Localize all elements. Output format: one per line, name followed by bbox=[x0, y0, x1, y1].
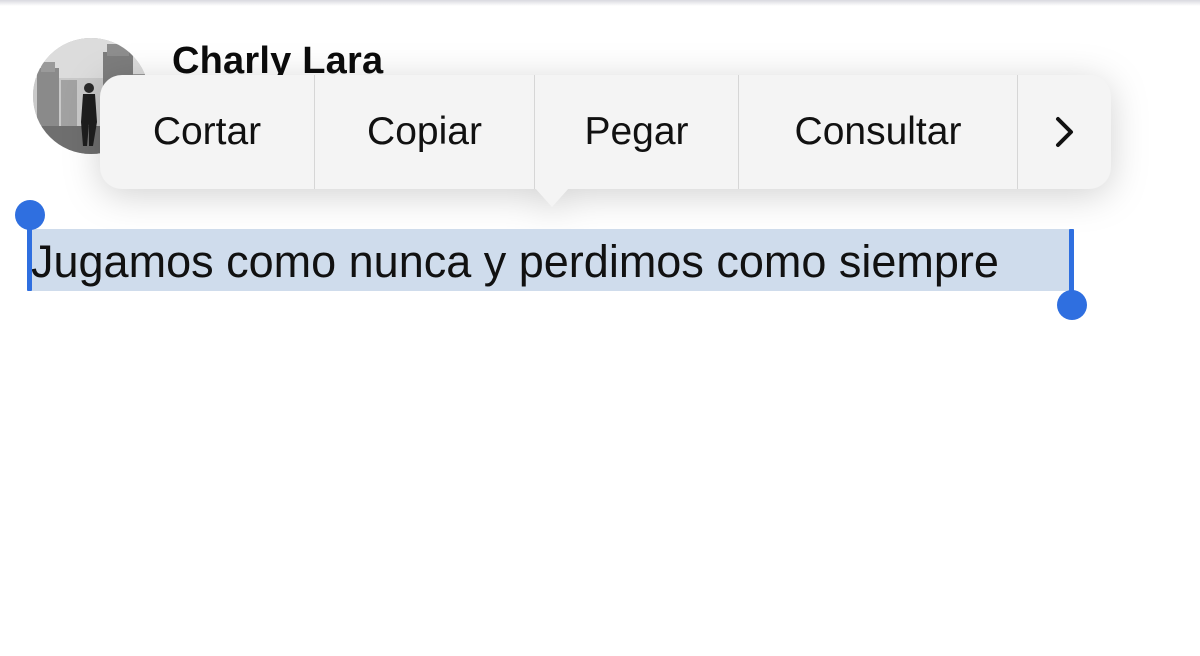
copy-button[interactable]: Copiar bbox=[315, 75, 535, 189]
look-up-button[interactable]: Consultar bbox=[739, 75, 1018, 189]
selection-start-caret bbox=[27, 225, 32, 291]
paste-button[interactable]: Pegar bbox=[535, 75, 739, 189]
cut-button[interactable]: Cortar bbox=[100, 75, 315, 189]
more-options-button[interactable] bbox=[1018, 75, 1111, 189]
screen: Charly Lara Cortar Copiar Pegar Consulta… bbox=[0, 0, 1200, 656]
context-menu: Cortar Copiar Pegar Consultar bbox=[100, 75, 1111, 207]
post-text[interactable]: Jugamos como nunca y perdimos como siemp… bbox=[31, 234, 999, 290]
context-menu-pointer bbox=[535, 188, 569, 207]
top-edge bbox=[0, 0, 1200, 6]
context-menu-bar: Cortar Copiar Pegar Consultar bbox=[100, 75, 1111, 189]
chevron-right-icon bbox=[1055, 117, 1073, 147]
selection-end-handle[interactable] bbox=[1057, 290, 1087, 320]
selection-start-handle[interactable] bbox=[15, 200, 45, 230]
